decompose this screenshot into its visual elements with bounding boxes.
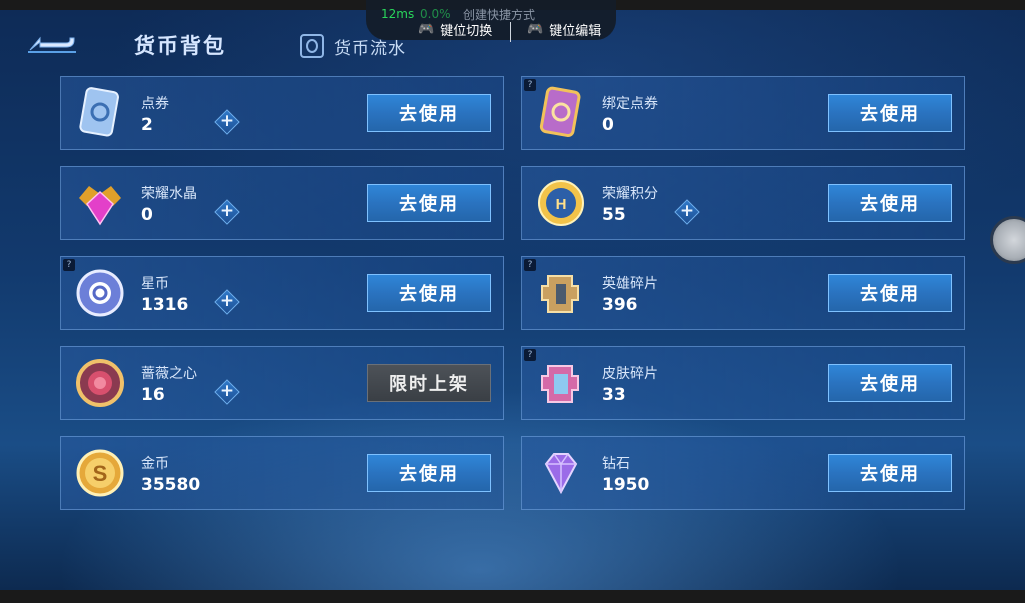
coupon-icon bbox=[79, 87, 119, 137]
overlay-divider bbox=[510, 22, 511, 42]
svg-text:S: S bbox=[93, 461, 108, 486]
currency-count: 35580 bbox=[141, 475, 201, 495]
currency-name: 荣耀水晶 bbox=[141, 186, 197, 202]
hero-fragment-icon bbox=[541, 275, 579, 313]
use-button[interactable]: 去使用 bbox=[828, 454, 952, 492]
floating-handle-button[interactable] bbox=[990, 216, 1025, 264]
currency-count: 0 bbox=[141, 205, 153, 225]
use-button[interactable]: 去使用 bbox=[828, 184, 952, 222]
currency-backpack-screen: 货币背包 货币流水 点券 2 + 去使用 ? 绑定点券 0 去使用 荣耀水晶 0 bbox=[0, 10, 1025, 590]
limited-time-button[interactable]: 限时上架 bbox=[367, 364, 491, 402]
currency-count: 396 bbox=[602, 295, 638, 315]
use-button[interactable]: 去使用 bbox=[367, 454, 491, 492]
keymap-edit-button[interactable]: 🎮 键位编辑 bbox=[527, 20, 601, 39]
currency-card-glory-crystal: 荣耀水晶 0 + 去使用 bbox=[60, 166, 504, 240]
use-button[interactable]: 去使用 bbox=[828, 94, 952, 132]
currency-card-gold-coin: S 金币 35580 去使用 bbox=[60, 436, 504, 510]
currency-name: 蔷薇之心 bbox=[141, 366, 197, 382]
ledger-icon bbox=[300, 34, 324, 58]
currency-name: 钻石 bbox=[602, 456, 630, 472]
use-button[interactable]: 去使用 bbox=[367, 274, 491, 312]
currency-card-bound-coupon: ? 绑定点券 0 去使用 bbox=[521, 76, 965, 150]
add-star-coin-button[interactable]: + bbox=[214, 289, 240, 315]
rose-heart-icon bbox=[76, 359, 124, 407]
currency-count: 33 bbox=[602, 385, 626, 405]
currency-name: 绑定点券 bbox=[602, 96, 658, 112]
bound-coupon-icon bbox=[539, 86, 581, 137]
back-arrow-icon bbox=[28, 36, 76, 53]
currency-count: 1950 bbox=[602, 475, 650, 495]
gamepad-icon: 🎮 bbox=[418, 22, 435, 37]
add-rose-heart-button[interactable]: + bbox=[214, 379, 240, 405]
keymap-edit-label: 键位编辑 bbox=[549, 24, 602, 39]
currency-card-rose-heart: 蔷薇之心 16 + 限时上架 bbox=[60, 346, 504, 420]
glory-crystal-icon bbox=[79, 186, 121, 226]
glory-points-icon: H bbox=[538, 180, 584, 226]
use-button[interactable]: 去使用 bbox=[828, 274, 952, 312]
currency-count: 16 bbox=[141, 385, 165, 405]
currency-name: 皮肤碎片 bbox=[602, 366, 658, 382]
currency-count: 1316 bbox=[141, 295, 189, 315]
currency-card-skin-fragment: ? 皮肤碎片 33 去使用 bbox=[521, 346, 965, 420]
keymap-switch-button[interactable]: 🎮 键位切换 bbox=[418, 20, 492, 39]
back-button[interactable] bbox=[26, 32, 78, 58]
currency-name: 星币 bbox=[141, 276, 169, 292]
keymap-switch-label: 键位切换 bbox=[440, 24, 493, 39]
currency-card-glory-points: H 荣耀积分 55 + 去使用 bbox=[521, 166, 965, 240]
use-button[interactable]: 去使用 bbox=[367, 94, 491, 132]
diamond-icon bbox=[544, 453, 578, 495]
currency-count: 0 bbox=[602, 115, 614, 135]
ping-readout: 12ms bbox=[381, 7, 415, 21]
currency-card-hero-fragment: ? 英雄碎片 396 去使用 bbox=[521, 256, 965, 330]
currency-name: 英雄碎片 bbox=[602, 276, 658, 292]
currency-name: 金币 bbox=[141, 456, 169, 472]
currency-count: 55 bbox=[602, 205, 626, 225]
gold-coin-icon: S bbox=[76, 449, 124, 497]
add-coupon-button[interactable]: + bbox=[214, 109, 240, 135]
loss-readout: 0.0% bbox=[420, 7, 451, 21]
currency-count: 2 bbox=[141, 115, 153, 135]
currency-name: 荣耀积分 bbox=[602, 186, 658, 202]
page-title: 货币背包 bbox=[134, 34, 226, 58]
skin-fragment-icon bbox=[541, 365, 579, 403]
add-glory-crystal-button[interactable]: + bbox=[214, 199, 240, 225]
star-coin-icon bbox=[76, 269, 124, 317]
gamepad-icon: 🎮 bbox=[527, 22, 544, 37]
currency-card-diamond: 钻石 1950 去使用 bbox=[521, 436, 965, 510]
currency-name: 点券 bbox=[141, 96, 169, 112]
svg-text:H: H bbox=[556, 196, 567, 213]
use-button[interactable]: 去使用 bbox=[367, 184, 491, 222]
currency-card-star-coin: ? 星币 1316 + 去使用 bbox=[60, 256, 504, 330]
add-glory-points-button[interactable]: + bbox=[674, 199, 700, 225]
use-button[interactable]: 去使用 bbox=[828, 364, 952, 402]
currency-card-coupon: 点券 2 + 去使用 bbox=[60, 76, 504, 150]
